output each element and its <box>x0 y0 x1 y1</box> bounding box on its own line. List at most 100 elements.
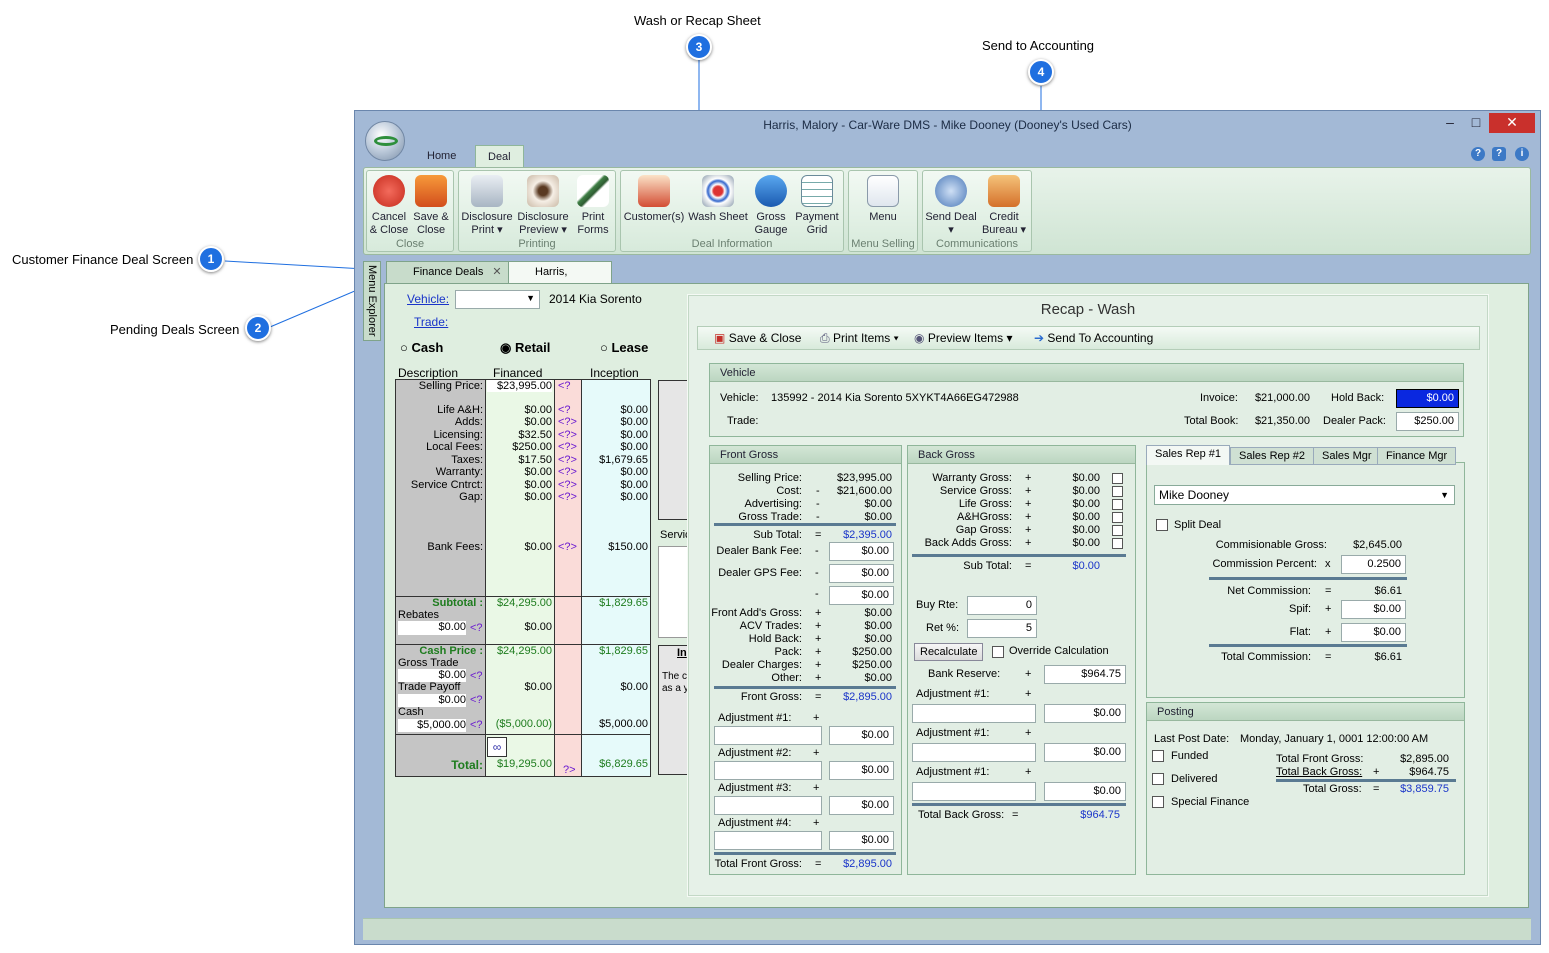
group-title: Communications <box>936 238 1018 250</box>
trade-payoff-query[interactable]: <? <box>470 694 483 706</box>
adjustment-description-input[interactable] <box>912 704 1036 723</box>
row-query[interactable]: <? <box>558 404 571 416</box>
help-icon[interactable]: ? <box>1471 147 1485 161</box>
adjustment-description-input[interactable] <box>912 782 1036 801</box>
tab-sales-3[interactable]: Sales Mgr <box>1313 447 1381 465</box>
adjustment-amount-input[interactable]: $0.00 <box>829 761 894 780</box>
rebates-query[interactable]: <? <box>470 622 483 634</box>
row-query[interactable]: <?> <box>558 491 577 503</box>
adjustment-amount-input[interactable]: $0.00 <box>1044 782 1126 801</box>
row-query[interactable]: <?> <box>558 454 577 466</box>
funded-checkbox[interactable] <box>1152 750 1164 762</box>
recalculate-button[interactable]: Recalculate <box>914 643 984 661</box>
label: Save & <box>413 211 449 223</box>
bg-row-checkbox[interactable] <box>1112 473 1123 484</box>
close-tab-icon[interactable]: ✕ <box>492 266 501 278</box>
tab-sales-1[interactable]: Sales Rep #1 <box>1146 445 1231 465</box>
cancel-close-button[interactable]: Cancel & Close <box>369 175 409 237</box>
total-back-gross-label: Total Back Gross: <box>918 809 1005 821</box>
dealer-bank-fee-input[interactable]: $0.00 <box>829 542 894 561</box>
hold-back-input[interactable]: $0.00 <box>1396 389 1459 408</box>
adjustment-description-input[interactable] <box>714 831 822 850</box>
row-query[interactable]: <? <box>558 380 571 392</box>
wash-sheet-button[interactable]: Wash Sheet <box>687 175 749 224</box>
row-query[interactable]: <?> <box>558 479 577 491</box>
tab-deal[interactable]: Deal <box>475 145 524 167</box>
split-deal-checkbox[interactable] <box>1156 519 1168 531</box>
bg-row-checkbox[interactable] <box>1112 499 1123 510</box>
adjustment-description-input[interactable] <box>714 726 822 745</box>
adjustment-amount-input[interactable]: $0.00 <box>829 831 894 850</box>
dealer-pack-input[interactable]: $250.00 <box>1396 412 1459 431</box>
menu-explorer-tab[interactable]: Menu Explorer <box>363 261 381 341</box>
flat-input[interactable]: $0.00 <box>1341 623 1406 642</box>
buy-rate-input[interactable]: 0 <box>967 596 1037 615</box>
tab-sales-4[interactable]: Finance Mgr <box>1377 447 1457 465</box>
total-query[interactable]: ?> <box>563 764 576 776</box>
sales-rep-select[interactable]: Mike Dooney ▼ <box>1154 485 1455 505</box>
adjustment-description-input[interactable] <box>912 743 1036 762</box>
disclosure-print-button[interactable]: Disclosure Print ▾ <box>461 175 513 237</box>
help-topics-icon[interactable]: ? <box>1492 147 1506 161</box>
dealer-gps-fee-input[interactable]: $0.00 <box>829 564 894 583</box>
row-query[interactable]: <?> <box>558 441 577 453</box>
link-icon[interactable]: ∞ <box>487 737 507 757</box>
tab-sales-2[interactable]: Sales Rep #2 <box>1230 447 1315 465</box>
vehicle-link[interactable]: Vehicle: <box>407 292 449 306</box>
adjustment-amount-input[interactable]: $0.00 <box>1044 704 1126 723</box>
trade-link[interactable]: Trade: <box>414 315 448 329</box>
print-forms-button[interactable]: Print Forms <box>573 175 613 237</box>
menu-button[interactable]: Menu <box>857 175 909 224</box>
adjustment-amount-input[interactable]: $0.00 <box>829 726 894 745</box>
send-to-accounting-button[interactable]: ➔ Send To Accounting <box>1034 331 1153 345</box>
radio-retail[interactable]: ◉ Retail <box>500 340 550 356</box>
maximize-button[interactable]: □ <box>1461 113 1491 133</box>
adjustment-amount-input[interactable]: $0.00 <box>1044 743 1126 762</box>
commission-percent-input[interactable]: 0.2500 <box>1341 555 1406 574</box>
bg-row-checkbox[interactable] <box>1112 525 1123 536</box>
adjustment-description-input[interactable] <box>714 796 822 815</box>
ret-pct-input[interactable]: 5 <box>967 619 1037 638</box>
rebates-input[interactable]: $0.00 <box>398 621 466 635</box>
save-close-button[interactable]: Save & Close <box>411 175 451 237</box>
override-calculation-checkbox[interactable] <box>992 646 1004 658</box>
gross-trade-query[interactable]: <? <box>470 670 483 682</box>
row-query[interactable]: <?> <box>558 429 577 441</box>
bg-row-checkbox[interactable] <box>1112 538 1123 549</box>
send-deal-button[interactable]: Send Deal ▾ <box>925 175 977 237</box>
adjustment-amount-input[interactable]: $0.00 <box>829 796 894 815</box>
vehicle-value: 135992 - 2014 Kia Sorento 5XYKT4A66EG472… <box>771 392 1019 404</box>
tab-finance-deals[interactable]: Finance Deals ✕ <box>386 261 511 283</box>
blank-fee-input[interactable]: $0.00 <box>829 586 894 605</box>
radio-cash[interactable]: ○ Cash <box>400 340 443 355</box>
payment-grid-button[interactable]: Payment Grid <box>793 175 841 237</box>
print-items-button[interactable]: ⎙ Print Items ▾ <box>820 331 899 346</box>
bg-row-checkbox[interactable] <box>1112 486 1123 497</box>
close-window-button[interactable]: ✕ <box>1489 113 1535 133</box>
tab-harris-malory[interactable]: Harris, Malory <box>508 261 612 298</box>
gross-gauge-button[interactable]: Gross Gauge <box>751 175 791 237</box>
info-icon[interactable]: i <box>1515 147 1529 161</box>
delivered-checkbox[interactable] <box>1152 773 1164 785</box>
app-orb-button[interactable] <box>365 121 405 161</box>
cash-input[interactable]: $5,000.00 <box>398 719 466 732</box>
save-close-toolbar-button[interactable]: ▣ Save & Close <box>714 331 801 345</box>
adjustment-description-input[interactable] <box>714 761 822 780</box>
bg-row-checkbox[interactable] <box>1112 512 1123 523</box>
cash-query[interactable]: <? <box>470 719 483 731</box>
customers-button[interactable]: Customer(s) <box>623 175 685 224</box>
bank-reserve-input[interactable]: $964.75 <box>1044 665 1126 684</box>
special-finance-checkbox[interactable] <box>1152 796 1164 808</box>
vehicle-select[interactable]: ▼ <box>455 290 540 309</box>
preview-items-button[interactable]: ◉ Preview Items ▾ <box>914 331 1013 345</box>
row-query[interactable]: <?> <box>558 466 577 478</box>
credit-bureau-button[interactable]: Credit Bureau ▾ <box>979 175 1029 237</box>
row-financed[interactable]: $23,995.00 <box>487 380 552 392</box>
fg-row-label: Gross Trade: <box>738 511 802 523</box>
row-query[interactable]: <?> <box>558 416 577 428</box>
bank-fees-query[interactable]: <?> <box>558 541 577 553</box>
spif-input[interactable]: $0.00 <box>1341 600 1406 619</box>
disclosure-preview-button[interactable]: Disclosure Preview ▾ <box>515 175 571 237</box>
radio-lease[interactable]: ○ Lease <box>600 340 648 355</box>
tab-home[interactable]: Home <box>415 145 468 167</box>
